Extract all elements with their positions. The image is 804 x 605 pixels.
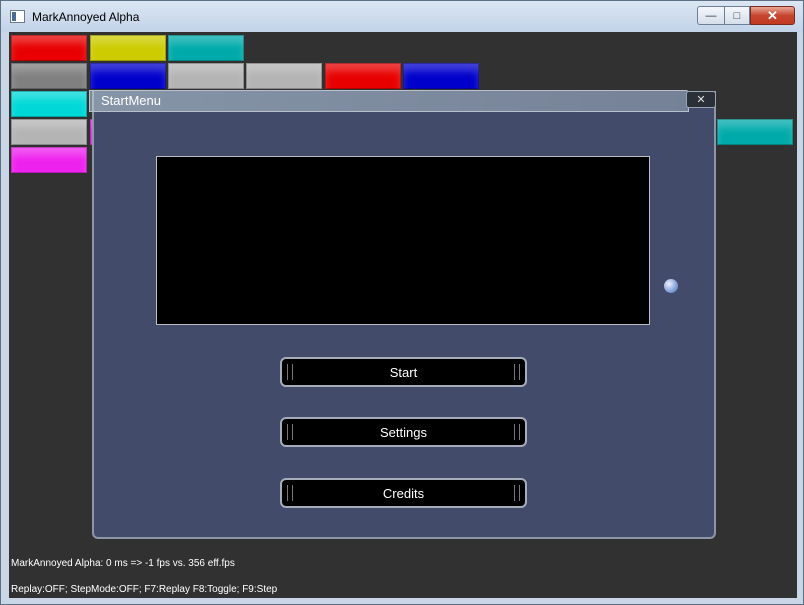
brick: [11, 147, 87, 173]
brick: [90, 35, 166, 61]
brick: [11, 91, 87, 117]
brick: [11, 35, 87, 61]
credits-button[interactable]: Credits: [280, 478, 527, 508]
app-icon: [10, 10, 25, 23]
brick: [11, 119, 87, 145]
brick: [168, 35, 244, 61]
brick: [90, 63, 166, 89]
brick: [246, 63, 322, 89]
brick: [325, 63, 401, 89]
start-button[interactable]: Start: [280, 357, 527, 387]
fps-status: MarkAnnoyed Alpha: 0 ms => -1 fps vs. 35…: [11, 558, 235, 569]
dialog-close-button[interactable]: ✕: [686, 91, 716, 108]
title-bar[interactable]: MarkAnnoyed Alpha — □ ✕: [1, 1, 803, 32]
replay-status: Replay:OFF; StepMode:OFF; F7:Replay F8:T…: [11, 584, 278, 595]
brick: [403, 63, 479, 89]
maximize-button[interactable]: □: [724, 6, 750, 25]
close-button[interactable]: ✕: [750, 6, 795, 25]
app-window: MarkAnnoyed Alpha — □ ✕ StartMenu ✕ Star…: [0, 0, 804, 605]
brick: [11, 63, 87, 89]
settings-button[interactable]: Settings: [280, 417, 527, 447]
dialog-title-bar[interactable]: [89, 90, 689, 112]
dialog-title: StartMenu: [101, 93, 161, 108]
window-title: MarkAnnoyed Alpha: [32, 10, 140, 24]
brick: [717, 119, 793, 145]
preview-panel: [156, 156, 650, 325]
game-area[interactable]: StartMenu ✕ Start Settings Credits MarkA…: [9, 32, 797, 598]
ball: [664, 279, 678, 293]
minimize-button[interactable]: —: [697, 6, 724, 25]
brick: [168, 63, 244, 89]
